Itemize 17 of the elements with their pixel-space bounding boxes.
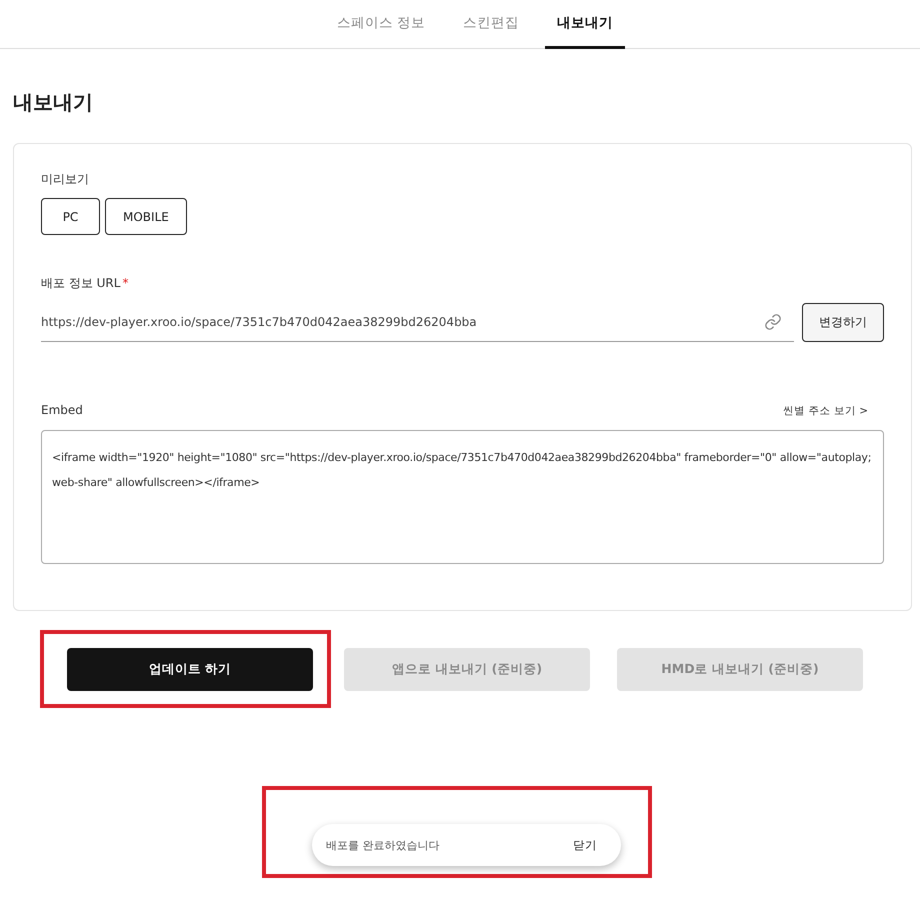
field-label: 배포 정보 URL *	[41, 275, 130, 291]
field-label: Embed	[41, 402, 83, 418]
update-button[interactable]: 업데이트 하기	[67, 648, 313, 691]
tab[interactable]: 스페이스 정보	[324, 0, 438, 49]
link-icon[interactable]	[764, 313, 782, 331]
change-button[interactable]: 변경하기	[802, 303, 884, 342]
page-title: 내보내기	[13, 89, 94, 116]
preview-button[interactable]: PC	[41, 198, 100, 235]
toast-message: 배포를 완료하였습니다	[326, 838, 440, 852]
preview-button[interactable]: MOBILE	[105, 198, 187, 235]
field-label: 미리보기	[41, 171, 90, 187]
close-button[interactable]: 닫기	[573, 838, 597, 852]
tab[interactable]: 스킨편집	[451, 0, 532, 49]
embed-code-field[interactable]: <iframe width="1920" height="1080" src="https://dev-player.xroo.io/space/7351c7b470d042aea38299bd26204bba" frameborder="0" allow="autoplay; web-share" allowfullscreen></iframe>	[41, 430, 884, 564]
scene-address-link[interactable]: 씬별 주소 보기 >	[783, 404, 868, 418]
tab[interactable]: 내보내기	[545, 0, 626, 49]
url-field[interactable]: https://dev-player.xroo.io/space/7351c7b470d042aea38299bd26204bba	[41, 303, 794, 342]
